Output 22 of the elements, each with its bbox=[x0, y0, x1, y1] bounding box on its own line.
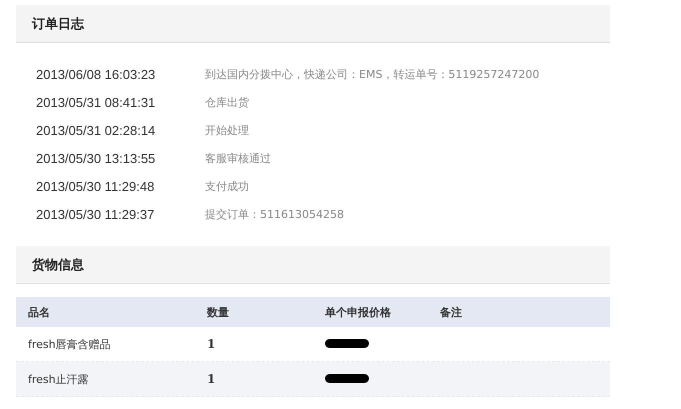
log-time: 2013/05/30 11:29:48 bbox=[36, 178, 156, 194]
log-event: 客服审核通过 bbox=[205, 150, 271, 166]
table-cell-text: 1 bbox=[207, 372, 216, 386]
column-header: 备注 bbox=[440, 304, 462, 320]
log-time: 2013/05/30 11:29:37 bbox=[36, 206, 156, 222]
section-title: 货物信息 bbox=[32, 256, 84, 274]
table-cell-text: fresh唇膏含赠品 bbox=[28, 336, 112, 352]
log-event: 开始处理 bbox=[205, 122, 249, 138]
column-header: 品名 bbox=[28, 304, 51, 320]
column-header: 单个申报价格 bbox=[325, 304, 392, 320]
log-event: 到达国内分拨中心，快递公司：EMS，转运单号：5119257247200 bbox=[205, 66, 540, 82]
table-cell-text: 1 bbox=[207, 337, 216, 351]
log-event: 仓库出货 bbox=[205, 94, 249, 110]
log-event: 支付成功 bbox=[205, 178, 249, 194]
section-title: 订单日志 bbox=[32, 16, 84, 32]
log-time: 2013/06/08 16:03:23 bbox=[36, 66, 156, 82]
log-time: 2013/05/31 08:41:31 bbox=[36, 94, 156, 110]
table-cell-text: fresh止汗露 bbox=[28, 372, 90, 386]
log-event: 提交订单：511613054258 bbox=[205, 206, 344, 222]
column-header: 数量 bbox=[207, 304, 230, 320]
log-time: 2013/05/30 13:13:55 bbox=[36, 150, 156, 166]
log-time: 2013/05/31 02:28:14 bbox=[36, 122, 156, 138]
